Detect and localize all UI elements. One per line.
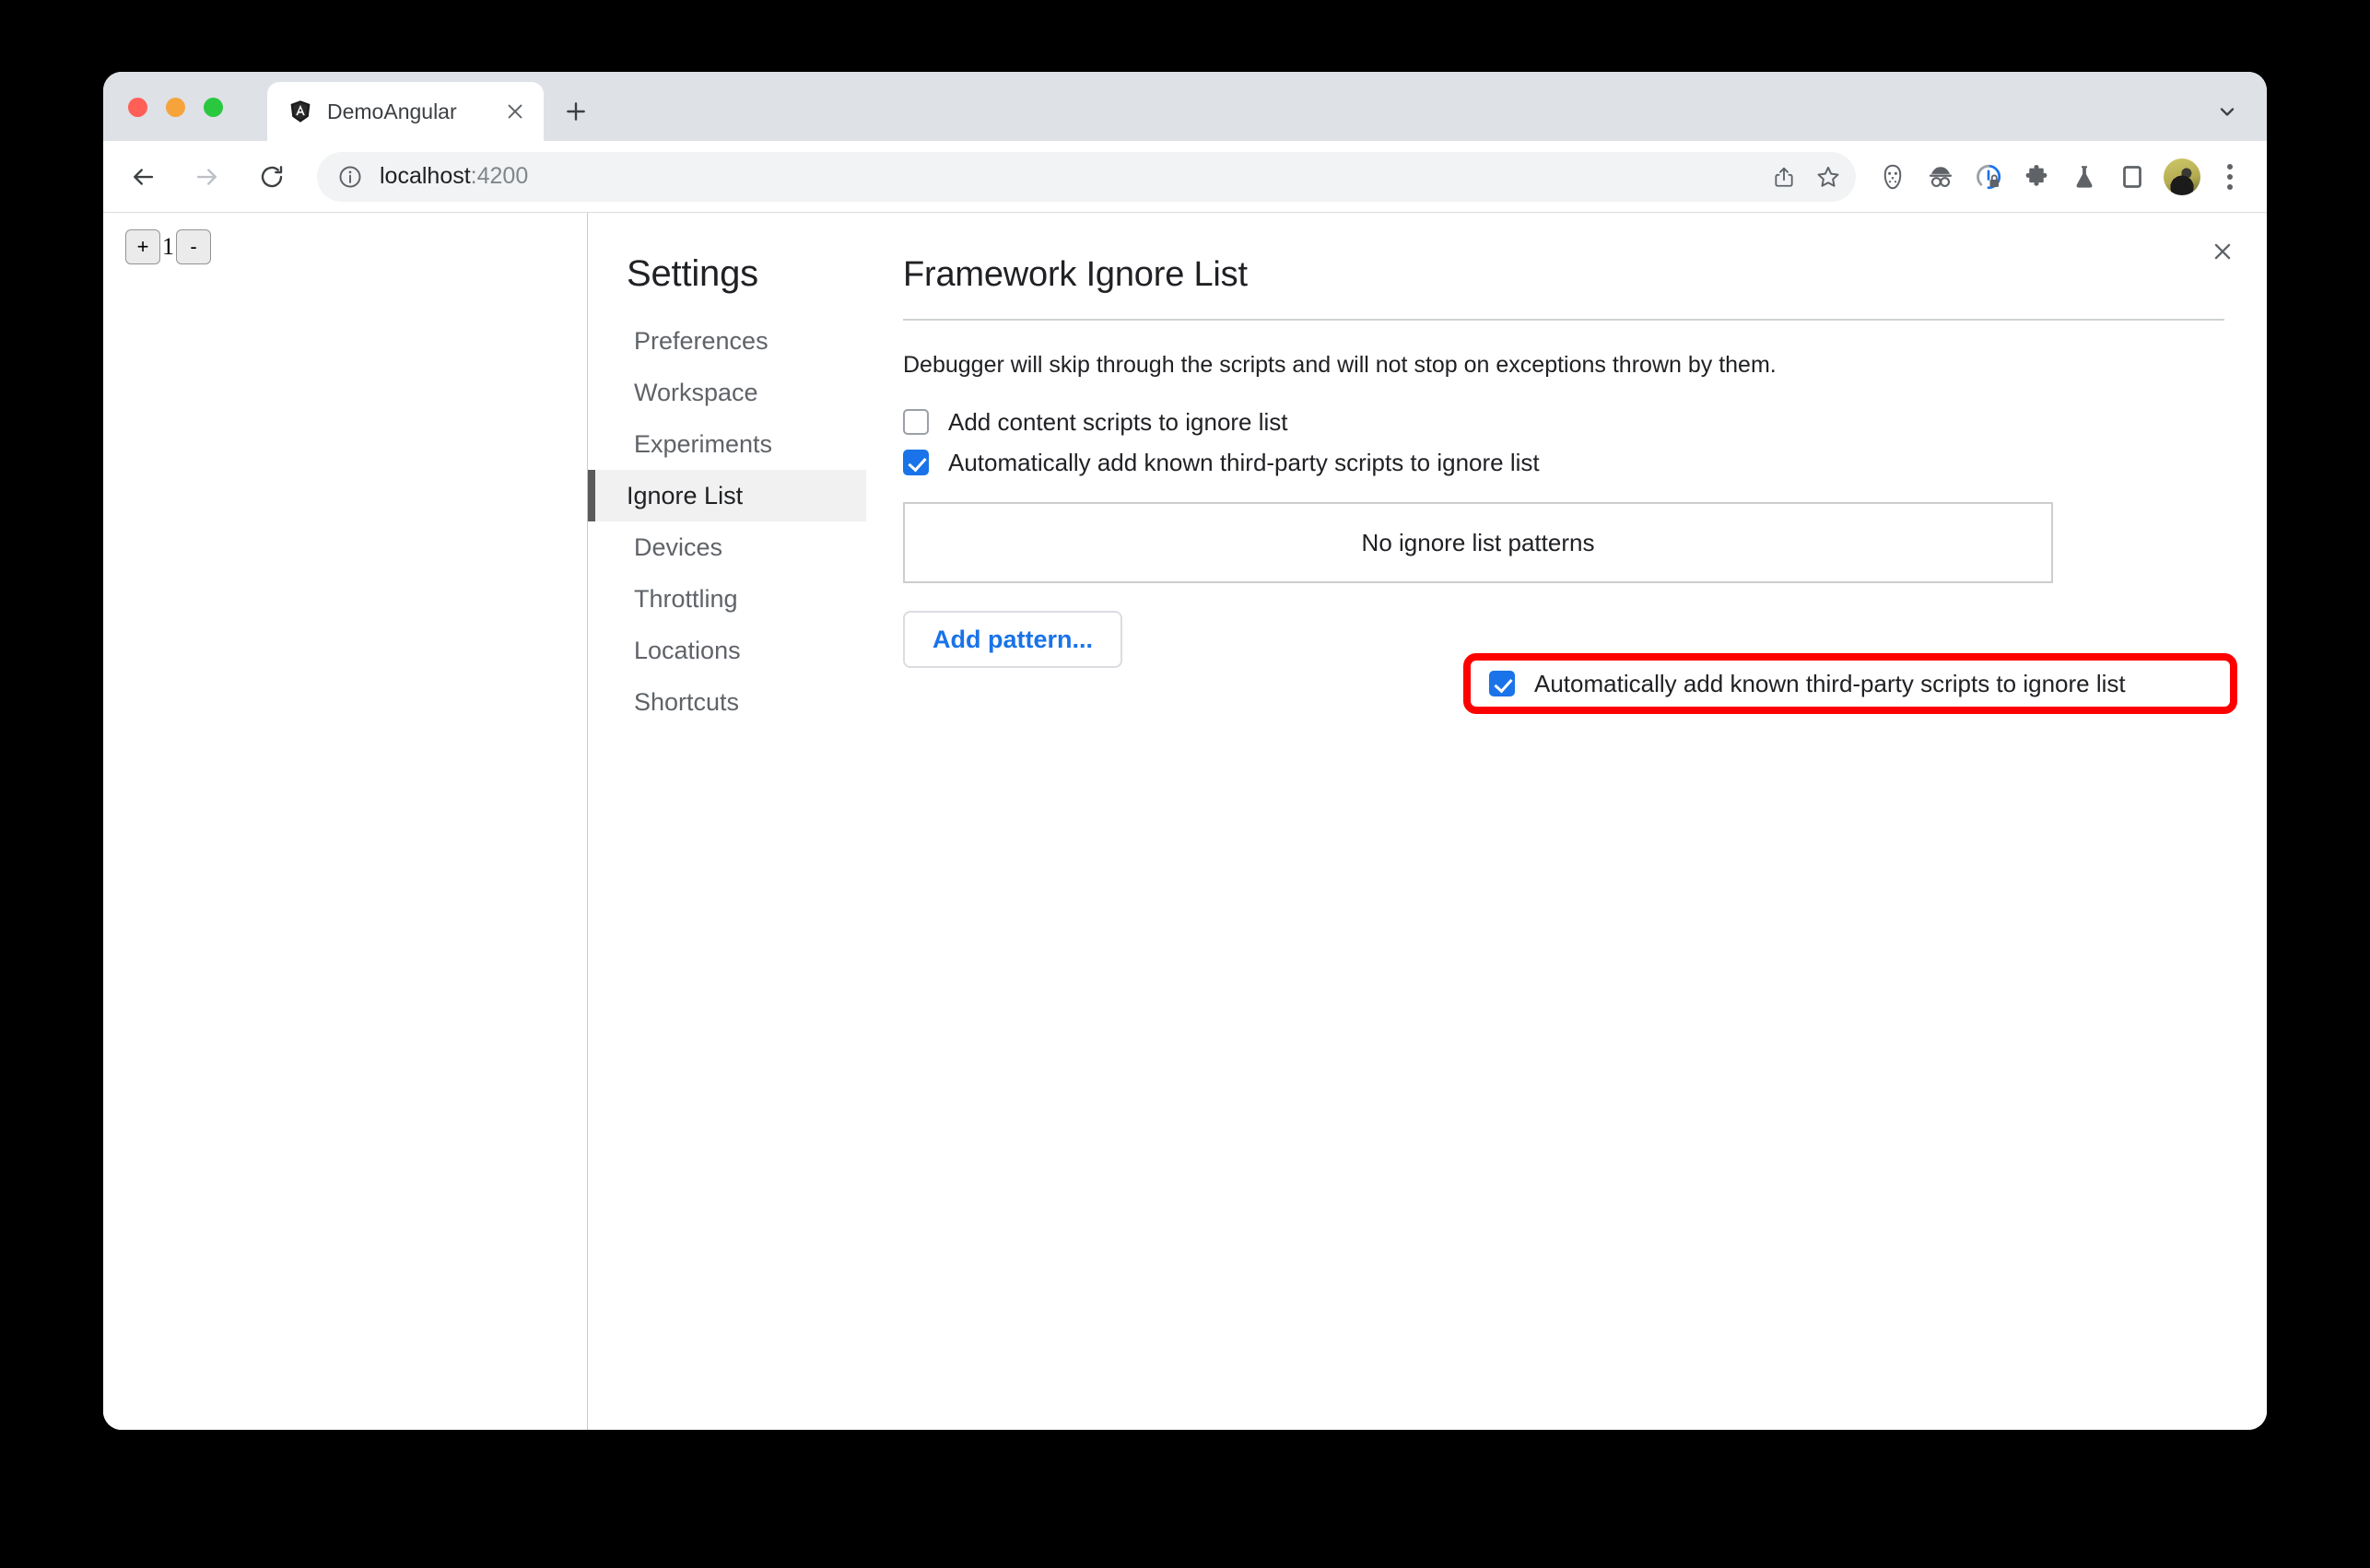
puzzle-piece-icon[interactable] (2012, 153, 2060, 201)
sidebar-item-ignore-list[interactable]: Ignore List (588, 470, 866, 521)
add-pattern-button[interactable]: Add pattern... (903, 611, 1122, 668)
new-tab-button[interactable] (557, 92, 595, 131)
sidebar-item-label: Shortcuts (634, 687, 740, 716)
sidebar-item-label: Throttling (634, 584, 738, 613)
page-title: Settings (627, 253, 758, 294)
chevron-down-icon[interactable] (2208, 92, 2247, 131)
arrow-left-icon[interactable] (120, 154, 166, 200)
sidebar-item-locations[interactable]: Locations (588, 625, 866, 676)
counter-widget: + 1 - (125, 229, 211, 264)
flask-icon[interactable] (2060, 153, 2108, 201)
address-bar[interactable]: localhost:4200 (317, 151, 1856, 202)
angular-logo-icon (288, 99, 312, 123)
toolbar-extensions (1869, 153, 2258, 201)
checkbox-content-scripts[interactable] (903, 409, 929, 435)
increment-button[interactable]: + (125, 229, 160, 264)
checkbox-label: Automatically add known third-party scri… (948, 448, 1540, 476)
shield-lock-icon[interactable] (1965, 153, 2012, 201)
sidebar-item-label: Devices (634, 532, 723, 561)
avatar[interactable] (2164, 158, 2200, 195)
section-title: Framework Ignore List (903, 255, 1248, 294)
ignore-list-patterns-box: No ignore list patterns (903, 502, 2053, 583)
decrement-button[interactable]: - (176, 229, 211, 264)
three-dot-menu-icon[interactable] (2208, 155, 2252, 199)
window-maximize-button[interactable] (204, 98, 223, 117)
app-viewport: + 1 - (103, 213, 588, 1430)
sidebar-item-label: Experiments (634, 429, 773, 458)
section-description: Debugger will skip through the scripts a… (903, 352, 1777, 378)
page-area: + 1 - Settings Preferences Workspace Exp… (103, 213, 2267, 1430)
checkbox-label: Add content scripts to ignore list (948, 407, 1288, 436)
arrow-right-icon[interactable] (184, 154, 230, 200)
url-port: :4200 (470, 163, 529, 189)
sidebar-item-shortcuts[interactable]: Shortcuts (588, 676, 866, 728)
address-bar-text: localhost:4200 (380, 163, 528, 190)
devtools-settings-panel: Settings Preferences Workspace Experimen… (588, 213, 2267, 1430)
settings-sidebar: Settings Preferences Workspace Experimen… (588, 213, 866, 1430)
sidebar-item-experiments[interactable]: Experiments (588, 418, 866, 470)
sidebar-item-label: Locations (634, 636, 741, 664)
reload-icon[interactable] (249, 154, 295, 200)
info-circle-icon[interactable] (337, 164, 363, 190)
tab-close-icon[interactable] (499, 96, 531, 127)
browser-tab[interactable]: DemoAngular (267, 82, 544, 141)
incognito-glasses-icon[interactable] (1917, 153, 1965, 201)
checkbox-third-party-scripts[interactable] (903, 450, 929, 475)
window-minimize-button[interactable] (166, 98, 185, 117)
checkbox-row-third-party-scripts[interactable]: Automatically add known third-party scri… (903, 443, 2224, 482)
share-icon[interactable] (1762, 155, 1806, 199)
counter-value: 1 (162, 233, 174, 260)
divider (903, 319, 2224, 321)
sidebar-item-label: Ignore List (627, 481, 744, 509)
tab-strip: DemoAngular (103, 72, 2267, 141)
hockey-mask-icon[interactable] (1869, 153, 1917, 201)
close-icon[interactable] (2202, 231, 2243, 272)
window-close-button[interactable] (128, 98, 147, 117)
checkbox-row-content-scripts[interactable]: Add content scripts to ignore list (903, 403, 2224, 441)
traffic-lights (128, 98, 223, 117)
sidebar-item-label: Preferences (634, 326, 768, 355)
side-panel-icon[interactable] (2108, 153, 2156, 201)
sidebar-item-label: Workspace (634, 378, 758, 406)
sidebar-item-devices[interactable]: Devices (588, 521, 866, 573)
browser-window: DemoAngular localhost:4200 + 1 - Setting… (103, 72, 2267, 1430)
sidebar-item-preferences[interactable]: Preferences (588, 315, 866, 367)
browser-toolbar: localhost:4200 (103, 141, 2267, 213)
sidebar-item-throttling[interactable]: Throttling (588, 573, 866, 625)
star-icon[interactable] (1806, 155, 1850, 199)
settings-content: Framework Ignore List Debugger will skip… (866, 213, 2267, 1430)
url-host: localhost (380, 163, 471, 189)
sidebar-item-workspace[interactable]: Workspace (588, 367, 866, 418)
empty-state-text: No ignore list patterns (1361, 528, 1595, 556)
omnibox-actions (1762, 155, 1850, 199)
tab-title: DemoAngular (327, 99, 457, 123)
